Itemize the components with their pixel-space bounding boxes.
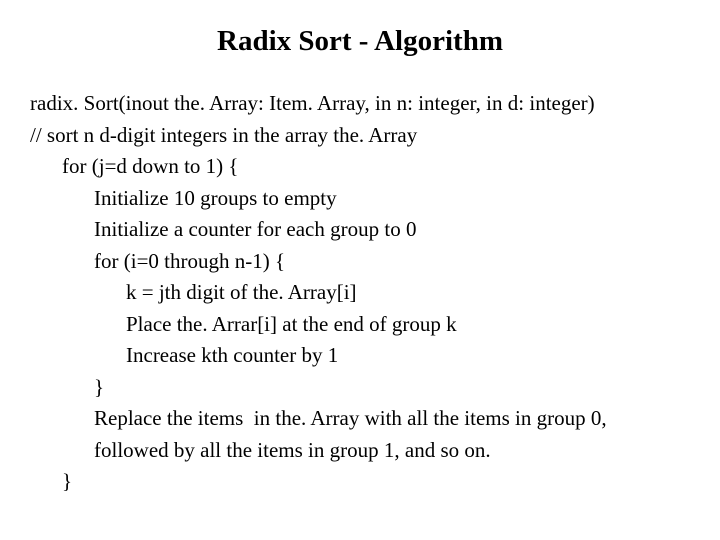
code-line: k = jth digit of the. Array[i]: [30, 277, 690, 309]
code-line: Place the. Arrar[i] at the end of group …: [30, 309, 690, 341]
algorithm-code: radix. Sort(inout the. Array: Item. Arra…: [30, 88, 690, 498]
code-line: Initialize 10 groups to empty: [30, 183, 690, 215]
code-line: Increase kth counter by 1: [30, 340, 690, 372]
code-line: for (i=0 through n-1) {: [30, 246, 690, 278]
code-line: Initialize a counter for each group to 0: [30, 214, 690, 246]
code-line: Replace the items in the. Array with all…: [30, 403, 690, 435]
code-line: followed by all the items in group 1, an…: [30, 435, 690, 467]
code-line: radix. Sort(inout the. Array: Item. Arra…: [30, 88, 690, 120]
code-line: // sort n d-digit integers in the array …: [30, 120, 690, 152]
slide-title: Radix Sort - Algorithm: [30, 25, 690, 58]
code-line: }: [30, 466, 690, 498]
code-line: }: [30, 372, 690, 404]
code-line: for (j=d down to 1) {: [30, 151, 690, 183]
